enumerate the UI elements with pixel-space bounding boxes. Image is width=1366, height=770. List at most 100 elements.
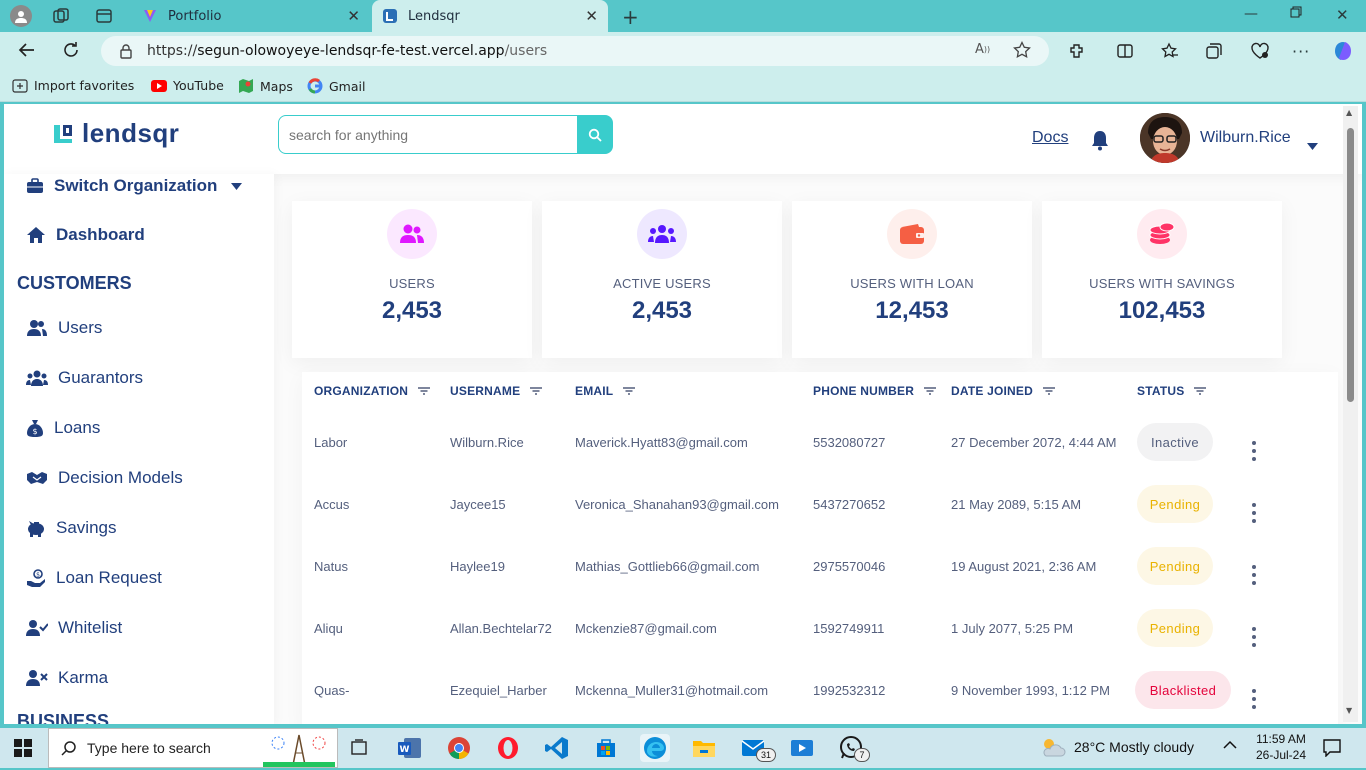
edge-icon[interactable]	[640, 734, 670, 762]
sidebar-item-label: Loan Request	[56, 568, 162, 587]
sidebar-item-loan-request[interactable]: $ Loan Request	[26, 568, 162, 588]
column-header-email[interactable]: EMAIL	[575, 384, 636, 398]
cell-organization: Quas-	[314, 683, 350, 698]
file-explorer-icon[interactable]	[689, 734, 719, 762]
notifications-icon[interactable]	[1323, 739, 1341, 762]
sidebar-item-whitelist[interactable]: Whitelist	[26, 618, 122, 638]
back-icon[interactable]	[18, 41, 36, 59]
close-tab-icon[interactable]: ✕	[347, 7, 360, 25]
row-actions-kebab-icon[interactable]	[1251, 565, 1257, 585]
filter-icon[interactable]	[418, 387, 431, 395]
sidebar-item-loans[interactable]: $ Loans	[26, 418, 100, 438]
browser-tab-bar: Portfolio ✕ Lendsqr ✕ + — ✕	[0, 0, 1366, 32]
copilot-icon[interactable]	[1331, 39, 1355, 63]
vscode-icon[interactable]	[542, 734, 572, 762]
row-actions-kebab-icon[interactable]	[1251, 689, 1257, 709]
lock-icon[interactable]	[119, 43, 133, 59]
restore-icon[interactable]	[1290, 6, 1302, 18]
filter-icon[interactable]	[924, 387, 937, 395]
mail-icon[interactable]: 31	[738, 734, 776, 762]
close-tab-icon[interactable]: ✕	[585, 7, 598, 25]
piggy-bank-icon	[28, 521, 44, 537]
sidebar-item-savings[interactable]: Savings	[26, 518, 116, 538]
column-header-label: DATE JOINED	[951, 384, 1033, 398]
row-actions-kebab-icon[interactable]	[1251, 441, 1257, 461]
docs-link[interactable]: Docs	[1032, 129, 1068, 147]
read-aloud-icon[interactable]: A))	[975, 42, 990, 57]
column-header-phone-number[interactable]: PHONE NUMBER	[813, 384, 937, 398]
cloud-sun-icon	[1043, 739, 1066, 757]
sidebar-item-label: Savings	[56, 518, 117, 537]
clock[interactable]: 11:59 AM 26-Jul-24	[1246, 731, 1316, 763]
avatar[interactable]	[1140, 113, 1190, 163]
row-actions-kebab-icon[interactable]	[1251, 503, 1257, 523]
sidebar-item-karma[interactable]: Karma	[26, 668, 108, 688]
briefcase-icon	[27, 178, 43, 193]
sidebar-item-users[interactable]: Users	[26, 318, 102, 338]
user-dropdown-icon[interactable]	[1307, 135, 1318, 154]
favorite-label: Gmail	[329, 78, 366, 94]
column-header-label: EMAIL	[575, 384, 614, 398]
column-header-username[interactable]: USERNAME	[450, 384, 543, 398]
workspaces-icon[interactable]	[52, 7, 70, 25]
minimize-icon[interactable]: —	[1244, 6, 1258, 22]
status-badge: Blacklisted	[1135, 671, 1231, 709]
row-actions-kebab-icon[interactable]	[1251, 627, 1257, 647]
refresh-icon[interactable]	[62, 41, 80, 59]
import-favorites-link[interactable]: Import favorites	[12, 78, 134, 93]
gmail-link[interactable]: Gmail	[307, 78, 365, 94]
profile-icon[interactable]	[10, 5, 32, 27]
filter-icon[interactable]	[1194, 387, 1207, 395]
favorites-icon[interactable]	[1161, 42, 1179, 60]
search-highlight-eiffel-icon	[263, 731, 335, 770]
media-player-icon[interactable]	[787, 734, 817, 762]
chrome-icon[interactable]	[444, 734, 474, 762]
scroll-up-icon[interactable]: ▲	[1346, 108, 1352, 117]
close-window-icon[interactable]: ✕	[1336, 6, 1349, 24]
chevron-down-icon	[231, 182, 243, 190]
word-icon[interactable]: W	[395, 734, 425, 762]
weather-widget[interactable]: 28°C Mostly cloudy	[1040, 736, 1194, 758]
favorite-star-icon[interactable]	[1013, 41, 1031, 59]
sidebar-item-dashboard[interactable]: Dashboard	[26, 225, 145, 245]
windows-start-icon[interactable]	[8, 734, 38, 762]
svg-text:W: W	[400, 745, 410, 755]
split-screen-icon[interactable]	[1116, 42, 1134, 60]
more-options-icon[interactable]: ···	[1292, 42, 1310, 61]
url-field[interactable]: https://segun-olowoyeye-lendsqr-fe-test.…	[101, 36, 1049, 66]
column-header-label: ORGANIZATION	[314, 384, 409, 398]
taskbar-search-box[interactable]: Type here to search	[48, 728, 338, 768]
user-name[interactable]: Wilburn.Rice	[1200, 129, 1291, 147]
url-path: /users	[504, 43, 548, 59]
tab-portfolio[interactable]: Portfolio ✕	[134, 0, 370, 32]
sidebar-item-decision-models[interactable]: Decision Models	[26, 468, 183, 488]
new-tab-icon[interactable]: +	[622, 5, 639, 29]
column-header-organization[interactable]: ORGANIZATION	[314, 384, 431, 398]
cell-organization: Natus	[314, 559, 348, 574]
search-input[interactable]	[278, 115, 578, 154]
column-header-status[interactable]: STATUS	[1137, 384, 1207, 398]
task-view-icon[interactable]	[345, 734, 375, 762]
browser-essentials-icon[interactable]	[1250, 42, 1270, 60]
tab-lendsqr[interactable]: Lendsqr ✕	[372, 0, 608, 32]
filter-icon[interactable]	[530, 387, 543, 395]
scroll-down-icon[interactable]: ▼	[1346, 706, 1352, 715]
tab-actions-icon[interactable]	[95, 7, 113, 25]
microsoft-store-icon[interactable]	[591, 734, 621, 762]
lendsqr-logo[interactable]: lendsqr	[52, 118, 179, 149]
youtube-link[interactable]: YouTube	[151, 78, 224, 93]
notification-bell-icon[interactable]	[1090, 129, 1110, 155]
switch-organization[interactable]: Switch Organization	[26, 176, 243, 196]
maps-link[interactable]: Maps	[238, 78, 293, 94]
whatsapp-icon[interactable]: 7	[836, 734, 870, 762]
search-button[interactable]	[577, 115, 613, 154]
extensions-icon[interactable]	[1068, 42, 1086, 60]
sidebar-item-guarantors[interactable]: Guarantors	[26, 368, 143, 388]
collections-icon[interactable]	[1205, 42, 1223, 60]
show-hidden-icons-chevron-up-icon[interactable]	[1223, 738, 1237, 753]
scrollbar-thumb[interactable]	[1347, 128, 1354, 402]
opera-icon[interactable]	[493, 734, 523, 762]
filter-icon[interactable]	[1043, 387, 1055, 395]
column-header-date-joined[interactable]: DATE JOINED	[951, 384, 1055, 398]
filter-icon[interactable]	[623, 387, 636, 395]
